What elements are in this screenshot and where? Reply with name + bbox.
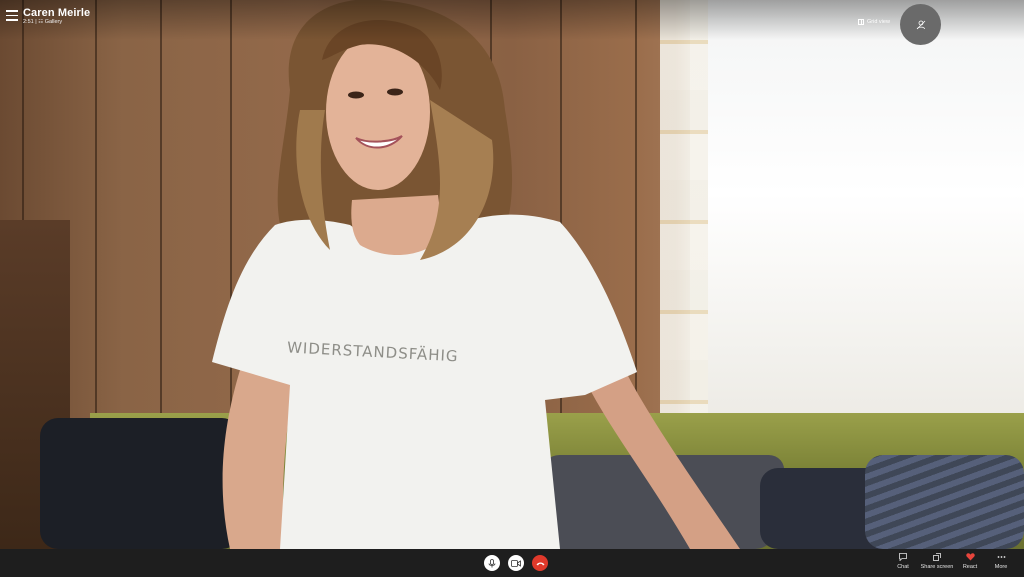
mute-button[interactable] <box>484 555 500 571</box>
share-screen-button[interactable]: Share screen <box>920 553 954 570</box>
microphone-icon <box>488 558 496 567</box>
video-button[interactable] <box>508 555 524 571</box>
video-feed: WIDERSTANDSFÄHIG <box>0 0 1024 549</box>
more-button[interactable]: More <box>984 553 1018 570</box>
chat-label: Chat <box>897 564 909 570</box>
grid-view-label: Grid view <box>867 19 890 25</box>
heart-icon <box>965 553 975 561</box>
phone-hangup-icon <box>536 561 544 565</box>
more-label: More <box>994 564 1008 570</box>
react-button[interactable]: React <box>953 553 987 570</box>
video-camera-icon <box>511 559 521 567</box>
hangup-button[interactable] <box>532 555 548 571</box>
react-label: React <box>962 564 978 570</box>
grid-icon <box>858 19 864 25</box>
more-icon <box>997 556 1005 558</box>
gallery-icon: ☷ <box>38 19 44 25</box>
hamburger-menu-icon[interactable] <box>6 10 18 22</box>
call-duration: 2:51 <box>23 19 34 25</box>
meta-separator: | <box>35 19 37 25</box>
right-arm <box>585 370 740 549</box>
eye <box>387 88 403 96</box>
person-hidden-icon <box>916 20 925 29</box>
self-view-tile[interactable] <box>900 4 941 45</box>
eye <box>348 91 364 99</box>
caller-name: Caren Meirle <box>23 7 91 19</box>
share-screen-label: Share screen <box>920 564 954 570</box>
grid-view-button[interactable]: Grid view <box>858 19 890 25</box>
participant-video: WIDERSTANDSFÄHIG <box>212 0 740 549</box>
call-meta: 2:51 | ☷ Gallery <box>23 19 62 25</box>
chat-icon <box>899 553 907 561</box>
chat-button[interactable]: Chat <box>886 553 920 570</box>
view-mode[interactable]: Gallery <box>45 19 62 25</box>
share-screen-icon <box>933 553 941 561</box>
